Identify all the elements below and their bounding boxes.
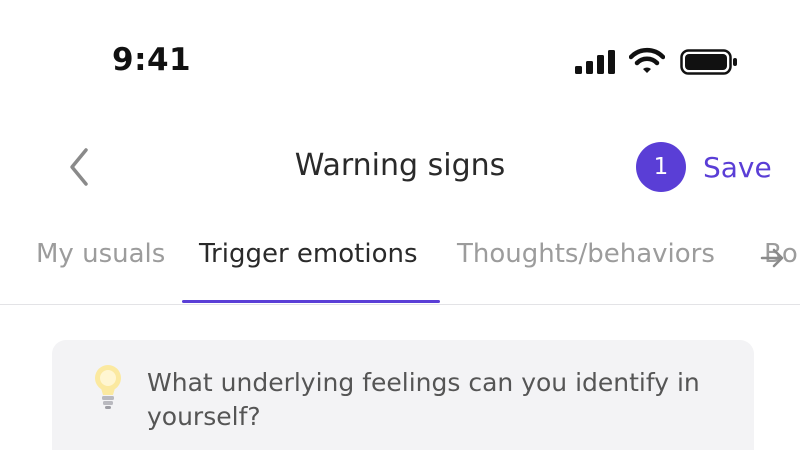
tabs-divider — [0, 304, 800, 305]
tab-my-usuals[interactable]: My usuals — [36, 239, 165, 269]
tab-trigger-emotions[interactable]: Trigger emotions — [199, 239, 418, 269]
save-button[interactable]: Save — [703, 151, 772, 184]
save-group: 1 Save — [636, 142, 772, 192]
tab-thoughts-behaviors[interactable]: Thoughts/behaviors — [457, 239, 715, 269]
lightbulb-icon — [95, 365, 121, 409]
prompt-card: What underlying feelings can you identif… — [52, 340, 754, 450]
warning-signs-screen: 9:41 Warning signs 1 Save My usuals Trig… — [0, 0, 800, 450]
battery-icon — [680, 49, 737, 75]
prompt-text: What underlying feelings can you identif… — [147, 368, 700, 431]
status-time: 9:41 — [112, 42, 192, 78]
tab-bar: My usuals Trigger emotions Thoughts/beha… — [0, 226, 800, 306]
count-badge: 1 — [636, 142, 686, 192]
arrow-right-icon[interactable] — [760, 244, 786, 272]
active-tab-indicator — [182, 300, 440, 303]
cellular-signal-icon — [575, 50, 615, 74]
wifi-icon — [629, 47, 665, 73]
